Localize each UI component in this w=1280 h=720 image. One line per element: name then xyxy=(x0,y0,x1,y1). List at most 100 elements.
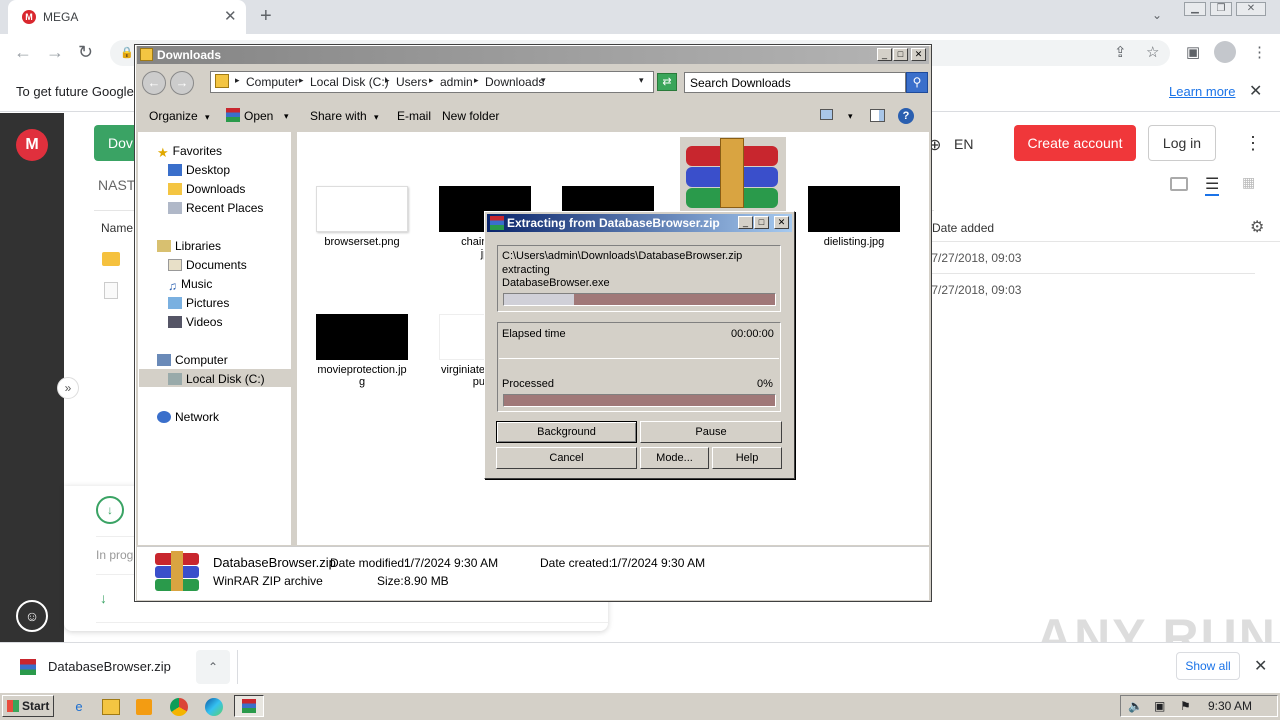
start-button[interactable]: Start xyxy=(2,695,54,717)
reload-icon[interactable]: ↻ xyxy=(78,42,93,63)
support-icon[interactable]: ☺ xyxy=(16,600,48,632)
winrar-file-icon[interactable] xyxy=(20,659,36,675)
explorer-back-icon[interactable]: ← xyxy=(142,71,166,95)
explorer-minimize-icon[interactable]: _ xyxy=(877,48,892,61)
grid-view-icon[interactable]: ▦ xyxy=(1242,174,1255,191)
winrar-close-icon[interactable]: ✕ xyxy=(774,216,789,229)
learn-more-link[interactable]: Learn more xyxy=(1169,84,1235,99)
network-tray-icon[interactable]: ▣ xyxy=(1154,699,1165,713)
address-chevron-icon[interactable]: ▸ xyxy=(385,75,390,86)
open-dropdown-icon[interactable]: ▾ xyxy=(284,111,289,122)
volume-icon[interactable]: 🔈 xyxy=(1128,699,1143,713)
date-added-column-header[interactable]: Date added xyxy=(932,221,994,235)
open-winrar-icon[interactable] xyxy=(226,108,240,122)
tree-favorites[interactable]: ★ Favorites xyxy=(157,144,222,160)
tree-item-downloads[interactable]: Downloads xyxy=(168,182,245,196)
tree-item-videos[interactable]: Videos xyxy=(168,315,222,329)
address-crumb[interactable]: admin xyxy=(440,75,473,89)
explorer-address-bar[interactable]: ▸ Computer ▸ Local Disk (C:) ▸ Users ▸ a… xyxy=(210,71,654,93)
explorer-forward-icon[interactable]: → xyxy=(170,71,194,95)
forward-icon[interactable]: → xyxy=(46,42,64,63)
infobar-close-icon[interactable]: ✕ xyxy=(1249,81,1262,101)
tab-mega[interactable]: M MEGA ✕ xyxy=(8,0,246,34)
address-crumb[interactable]: Users xyxy=(396,75,427,89)
view-dropdown-icon[interactable]: ▾ xyxy=(848,111,853,122)
tree-item-recent-places[interactable]: Recent Places xyxy=(168,201,263,215)
address-dropdown-icon[interactable]: ▾ xyxy=(639,75,644,86)
winrar-maximize-icon[interactable]: □ xyxy=(754,216,769,229)
downloads-bar-close-icon[interactable]: ✕ xyxy=(1254,656,1267,676)
tree-network[interactable]: Network xyxy=(157,410,219,424)
explorer-title-bar[interactable]: Downloads xyxy=(137,46,929,64)
profile-avatar[interactable] xyxy=(1214,41,1236,63)
chrome-icon[interactable] xyxy=(170,698,188,716)
language-selector[interactable]: EN xyxy=(954,136,973,152)
address-crumb[interactable]: Computer xyxy=(246,75,299,89)
mega-logo-icon[interactable]: M xyxy=(16,129,48,161)
share-icon[interactable]: ⇪ xyxy=(1114,43,1127,61)
winrar-archive-icon[interactable] xyxy=(686,138,778,208)
preview-pane-icon[interactable] xyxy=(870,109,885,122)
address-chevron-icon[interactable]: ▸ xyxy=(429,75,434,86)
explorer-icon[interactable] xyxy=(102,699,120,715)
tree-item-music[interactable]: ♫ Music xyxy=(168,277,212,293)
change-view-icon[interactable] xyxy=(820,109,833,120)
show-all-button[interactable]: Show all xyxy=(1176,652,1240,680)
address-chevron-icon[interactable]: ▾ xyxy=(541,75,546,86)
help-button[interactable]: Help xyxy=(712,447,782,469)
refresh-icon[interactable]: ⇄ xyxy=(657,73,677,91)
share-with-button[interactable]: Share with ▾ xyxy=(310,109,379,123)
address-crumb[interactable]: Local Disk (C:) xyxy=(310,75,389,89)
expand-sidebar-icon[interactable]: » xyxy=(57,377,79,399)
edge-icon[interactable] xyxy=(205,698,223,716)
address-chevron-icon[interactable]: ▸ xyxy=(299,75,304,86)
winrar-taskbar-button[interactable] xyxy=(234,695,264,717)
download-filename[interactable]: DatabaseBrowser.zip xyxy=(48,659,171,674)
create-account-button[interactable]: Create account xyxy=(1014,125,1136,161)
clock[interactable]: 9:30 AM xyxy=(1208,699,1252,713)
settings-gear-icon[interactable]: ⚙ xyxy=(1250,217,1264,237)
tree-computer[interactable]: Computer xyxy=(157,353,228,367)
tree-item-local-disk[interactable]: Local Disk (C:) xyxy=(168,372,265,386)
list-view-icon[interactable]: ☰ xyxy=(1205,174,1220,196)
close-window-icon[interactable]: ✕ xyxy=(1236,2,1266,16)
tree-item-documents[interactable]: Documents xyxy=(168,258,247,272)
chrome-menu-icon[interactable]: ⋮ xyxy=(1252,43,1267,61)
thumbnail-view-icon[interactable] xyxy=(1170,177,1188,191)
file-item[interactable]: virginiate pu xyxy=(439,314,485,388)
winrar-minimize-icon[interactable]: _ xyxy=(738,216,753,229)
pause-button[interactable]: Pause xyxy=(640,421,782,443)
lock-icon[interactable]: 🔒 xyxy=(120,46,134,59)
new-folder-button[interactable]: New folder xyxy=(442,109,499,123)
mode-button[interactable]: Mode... xyxy=(640,447,709,469)
more-options-icon[interactable]: ⋮ xyxy=(1244,133,1262,154)
media-player-icon[interactable] xyxy=(136,699,152,715)
tree-item-pictures[interactable]: Pictures xyxy=(168,296,229,310)
background-button[interactable]: Background xyxy=(496,421,637,443)
name-column-header[interactable]: Name xyxy=(101,221,133,235)
ie-icon[interactable]: e xyxy=(68,697,90,717)
file-thumbnail[interactable] xyxy=(562,186,654,214)
organize-button[interactable]: Organize ▾ xyxy=(149,109,210,123)
help-icon[interactable]: ? xyxy=(898,108,914,124)
download-options-chevron-icon[interactable]: ⌃ xyxy=(196,650,230,684)
address-chevron-icon[interactable]: ▸ xyxy=(474,75,479,86)
file-item[interactable]: dielisting.jpg xyxy=(808,186,904,248)
address-crumb[interactable]: Downloads xyxy=(485,75,544,89)
side-panel-icon[interactable]: ▣ xyxy=(1186,43,1200,61)
tree-item-desktop[interactable]: Desktop xyxy=(168,163,230,177)
log-in-button[interactable]: Log in xyxy=(1148,125,1216,161)
restore-icon[interactable]: ❐ xyxy=(1210,2,1232,16)
file-item[interactable]: browserset.png xyxy=(316,186,412,248)
search-icon[interactable]: ⚲ xyxy=(906,72,928,93)
explorer-close-icon[interactable]: ✕ xyxy=(911,48,926,61)
open-button[interactable]: Open xyxy=(244,109,273,123)
explorer-maximize-icon[interactable]: □ xyxy=(893,48,908,61)
tree-libraries[interactable]: Libraries xyxy=(157,239,221,253)
new-tab-icon[interactable]: + xyxy=(260,5,272,28)
tab-search-icon[interactable]: ⌄ xyxy=(1152,8,1162,22)
address-chevron-icon[interactable]: ▸ xyxy=(235,75,240,86)
cancel-button[interactable]: Cancel xyxy=(496,447,637,469)
explorer-search-input[interactable]: Search Downloads xyxy=(684,72,906,93)
action-center-flag-icon[interactable]: ⚑ xyxy=(1180,699,1191,713)
